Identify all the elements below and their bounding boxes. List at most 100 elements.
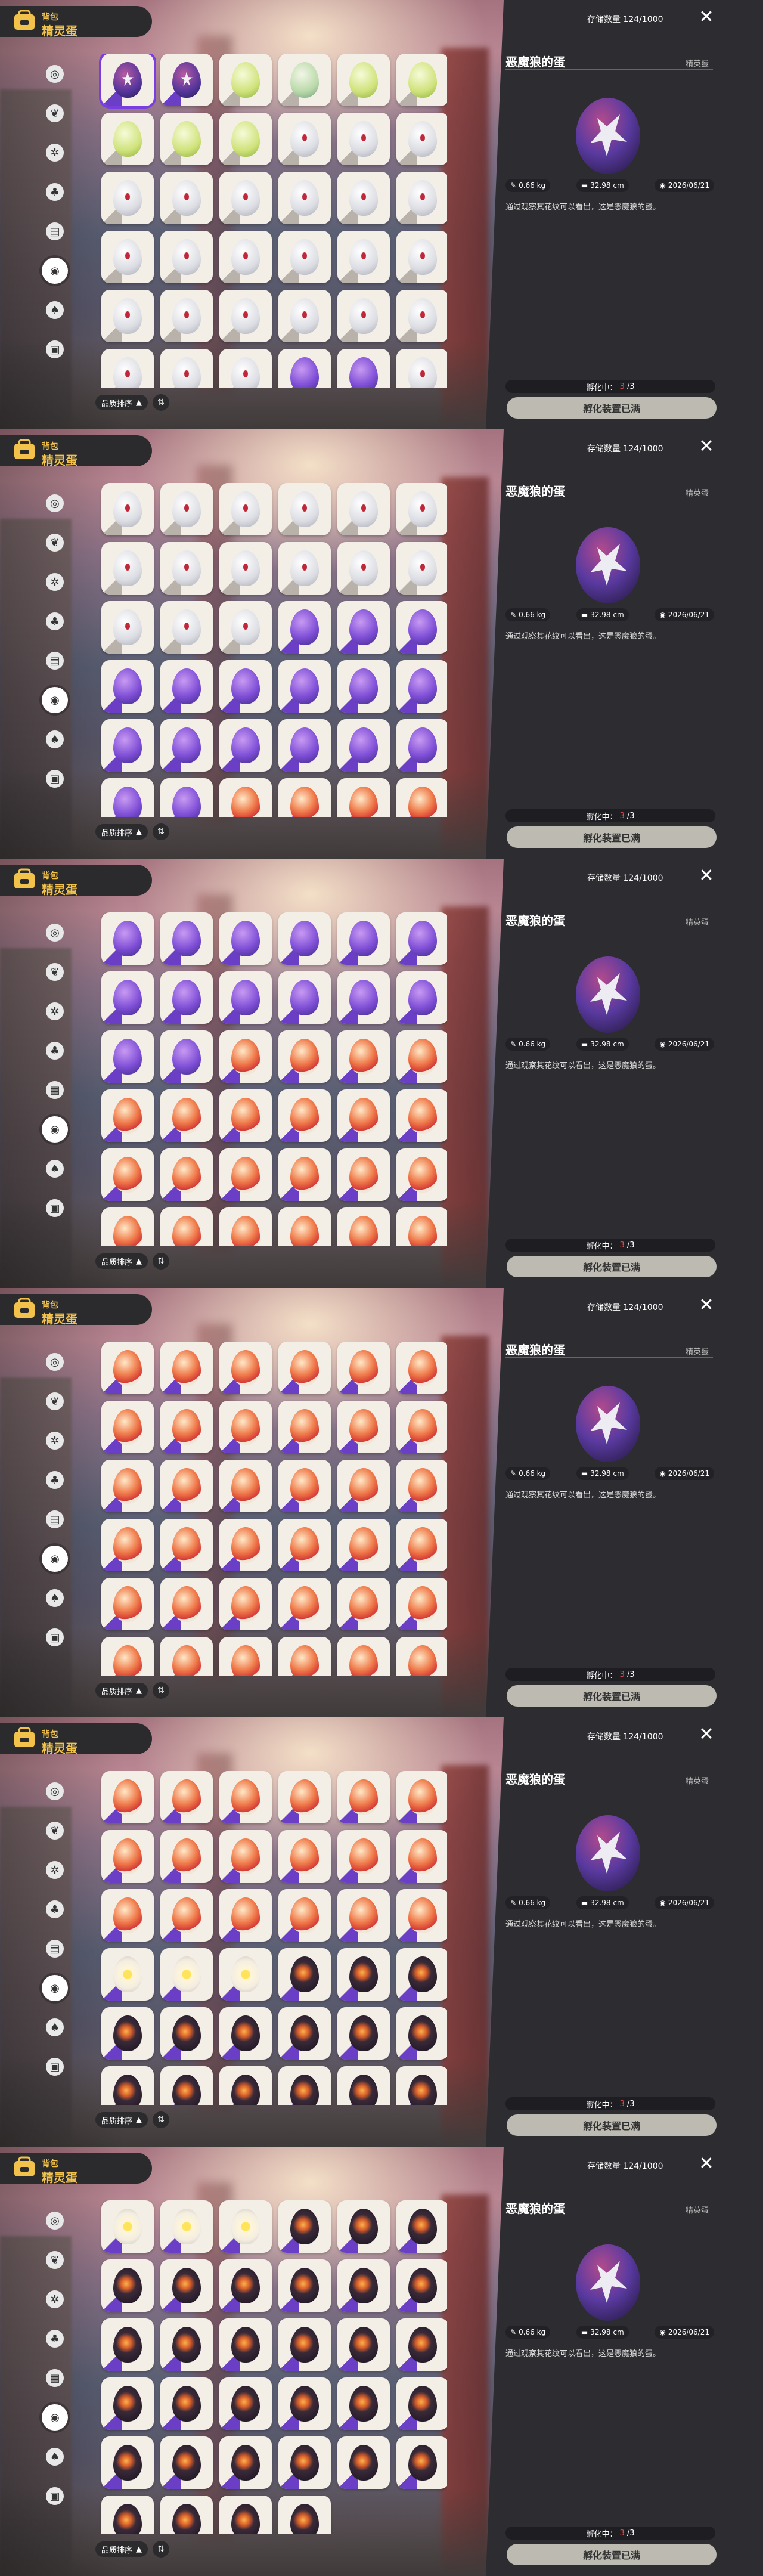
egg-slot[interactable]	[160, 1830, 213, 1883]
egg-slot[interactable]	[278, 290, 331, 342]
egg-slot[interactable]	[278, 912, 331, 965]
egg-slot[interactable]	[219, 349, 272, 388]
egg-slot[interactable]	[219, 542, 272, 595]
egg-slot[interactable]	[101, 1578, 154, 1630]
hatch-device-button[interactable]: 孵化装置已满	[507, 1256, 717, 1277]
egg-slot[interactable]	[160, 778, 213, 817]
egg-slot[interactable]	[278, 2200, 331, 2253]
egg-slot[interactable]	[337, 231, 390, 283]
egg-slot[interactable]	[278, 2496, 331, 2534]
egg-slot[interactable]	[101, 290, 154, 342]
egg-slot[interactable]	[396, 1830, 447, 1883]
sidebar-category-plant[interactable]: ♣	[41, 607, 69, 636]
sidebar-category-book[interactable]: ▤	[41, 646, 69, 675]
egg-slot[interactable]	[219, 113, 272, 165]
egg-slot[interactable]	[337, 1342, 390, 1394]
sidebar-category-leaf[interactable]: ❦	[41, 1816, 69, 1845]
egg-slot[interactable]	[219, 483, 272, 535]
egg-slot[interactable]	[278, 1578, 331, 1630]
egg-slot[interactable]	[278, 660, 331, 713]
quality-sort-button[interactable]: 品质排序 ▲	[95, 395, 148, 410]
egg-slot[interactable]	[396, 601, 447, 654]
sidebar-category-acorn[interactable]: ♠	[41, 2013, 69, 2042]
egg-slot[interactable]	[219, 2436, 272, 2489]
egg-slot[interactable]	[101, 113, 154, 165]
sidebar-category-chest[interactable]: ▣	[41, 1623, 69, 1652]
egg-slot[interactable]	[278, 1148, 331, 1201]
egg-slot[interactable]	[396, 778, 447, 817]
sidebar-category-acorn[interactable]: ♠	[41, 1584, 69, 1612]
sidebar-category-leaf[interactable]: ❦	[41, 958, 69, 986]
egg-slot[interactable]	[160, 231, 213, 283]
egg-slot[interactable]	[396, 1148, 447, 1201]
egg-slot[interactable]	[160, 2200, 213, 2253]
egg-slot[interactable]	[219, 1948, 272, 2001]
egg-slot[interactable]	[278, 1771, 331, 1823]
egg-slot[interactable]	[278, 349, 331, 388]
egg-slot[interactable]	[219, 231, 272, 283]
egg-slot[interactable]	[219, 912, 272, 965]
sidebar-category-acorn[interactable]: ♠	[41, 296, 69, 324]
egg-slot[interactable]	[396, 349, 447, 388]
egg-slot[interactable]	[396, 172, 447, 224]
egg-slot[interactable]	[160, 1948, 213, 2001]
egg-slot[interactable]	[337, 1578, 390, 1630]
sidebar-category-ball[interactable]: ◎	[41, 1348, 69, 1376]
egg-slot[interactable]	[396, 2007, 447, 2060]
sidebar-category-book[interactable]: ▤	[41, 2364, 69, 2392]
close-button[interactable]: ✕	[697, 438, 715, 456]
egg-slot[interactable]	[160, 1519, 213, 1571]
sort-toggle-button[interactable]: ⇅	[153, 1253, 170, 1270]
egg-slot[interactable]	[337, 1771, 390, 1823]
sidebar-category-egg[interactable]: ◉	[41, 1544, 69, 1573]
egg-slot[interactable]	[160, 1401, 213, 1453]
egg-slot[interactable]	[101, 660, 154, 713]
egg-slot[interactable]	[219, 1030, 272, 1083]
sidebar-category-egg[interactable]: ◉	[41, 256, 69, 285]
egg-slot[interactable]	[396, 1948, 447, 2001]
egg-slot[interactable]	[219, 660, 272, 713]
sidebar-category-plant[interactable]: ♣	[41, 2324, 69, 2353]
egg-slot[interactable]	[337, 1208, 390, 1246]
quality-sort-button[interactable]: 品质排序 ▲	[95, 2112, 148, 2128]
egg-slot[interactable]	[101, 1030, 154, 1083]
egg-slot[interactable]	[101, 778, 154, 817]
egg-slot[interactable]	[101, 1208, 154, 1246]
egg-slot[interactable]	[219, 1889, 272, 1942]
egg-slot[interactable]	[396, 1089, 447, 1142]
close-button[interactable]: ✕	[697, 1296, 715, 1314]
egg-slot[interactable]	[396, 231, 447, 283]
egg-slot[interactable]	[396, 2200, 447, 2253]
egg-slot[interactable]	[101, 542, 154, 595]
egg-slot[interactable]	[160, 912, 213, 965]
egg-slot[interactable]	[396, 542, 447, 595]
egg-slot[interactable]	[101, 1637, 154, 1676]
egg-slot[interactable]	[396, 2436, 447, 2489]
sidebar-category-plant[interactable]: ♣	[41, 178, 69, 206]
egg-slot[interactable]	[101, 1519, 154, 1571]
egg-slot[interactable]	[101, 1342, 154, 1394]
egg-slot[interactable]	[160, 290, 213, 342]
egg-slot[interactable]	[278, 54, 331, 106]
egg-slot[interactable]	[101, 2259, 154, 2312]
sidebar-category-acorn[interactable]: ♠	[41, 725, 69, 754]
egg-slot[interactable]	[219, 2200, 272, 2253]
egg-slot[interactable]	[160, 1637, 213, 1676]
egg-slot[interactable]	[101, 1771, 154, 1823]
egg-slot[interactable]	[101, 971, 154, 1024]
quality-sort-button[interactable]: 品质排序 ▲	[95, 2541, 148, 2557]
egg-slot[interactable]	[101, 2377, 154, 2430]
egg-slot[interactable]	[278, 1030, 331, 1083]
sidebar-category-chest[interactable]: ▣	[41, 2052, 69, 2081]
egg-slot[interactable]	[278, 483, 331, 535]
sidebar-category-egg[interactable]: ◉	[41, 2403, 69, 2432]
egg-slot[interactable]	[337, 1030, 390, 1083]
sort-toggle-button[interactable]: ⇅	[153, 1682, 170, 1699]
hatch-device-button[interactable]: 孵化装置已满	[507, 2544, 717, 2565]
egg-slot[interactable]	[160, 1208, 213, 1246]
egg-slot[interactable]	[160, 2496, 213, 2534]
egg-slot[interactable]	[219, 1771, 272, 1823]
egg-slot[interactable]	[101, 172, 154, 224]
sidebar-category-book[interactable]: ▤	[41, 1076, 69, 1104]
sidebar-category-ball[interactable]: ◎	[41, 2206, 69, 2235]
